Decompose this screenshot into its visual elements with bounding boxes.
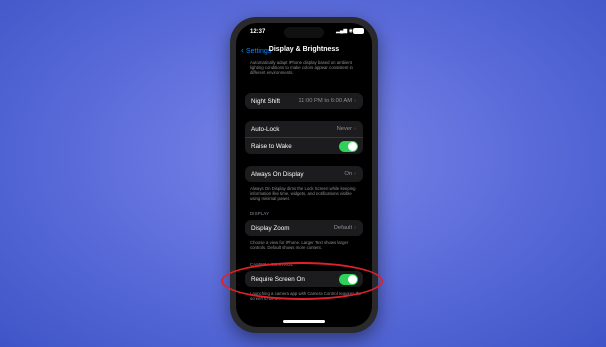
- true-tone-description: Automatically adapt iPhone display based…: [250, 60, 353, 76]
- night-shift-row[interactable]: Night Shift 11:00 PM to 6:00 AM ›: [245, 93, 363, 109]
- chevron-right-icon: ›: [354, 125, 356, 132]
- always-on-value: On: [344, 170, 353, 177]
- night-shift-label: Night Shift: [251, 97, 281, 105]
- night-shift-group: Night Shift 11:00 PM to 6:00 AM ›: [245, 93, 363, 109]
- status-time: 12:37: [250, 29, 266, 35]
- phone-screen: 12:37 ▂▄▆ ◉ ‹ Settings Display & Brightn…: [236, 23, 372, 327]
- always-on-label: Always On Display: [251, 170, 304, 178]
- always-on-display-row[interactable]: Always On Display On ›: [245, 166, 363, 182]
- display-zoom-value: Default: [333, 224, 353, 231]
- display-zoom-row[interactable]: Display Zoom Default ›: [245, 220, 363, 236]
- raise-to-wake-label: Raise to Wake: [251, 142, 292, 150]
- auto-lock-value: Never: [336, 125, 353, 132]
- require-screen-on-toggle[interactable]: [339, 274, 358, 285]
- auto-lock-row[interactable]: Auto-Lock Never ›: [245, 121, 363, 138]
- lock-group: Auto-Lock Never › Raise to Wake: [245, 121, 363, 154]
- signal-wifi-icon: ▂▄▆ ◉: [336, 28, 353, 34]
- chevron-right-icon: ›: [354, 97, 356, 104]
- raise-to-wake-row: Raise to Wake: [245, 138, 363, 154]
- phone-frame: 12:37 ▂▄▆ ◉ ‹ Settings Display & Brightn…: [230, 17, 378, 333]
- camera-control-note: Launching a camera app with Camera Contr…: [250, 291, 362, 302]
- night-shift-value: 11:00 PM to 6:00 AM: [298, 97, 353, 104]
- display-section-header: DISPLAY: [250, 211, 270, 216]
- display-group: Display Zoom Default ›: [245, 220, 363, 236]
- require-screen-on-label: Require Screen On: [251, 275, 305, 283]
- auto-lock-label: Auto-Lock: [251, 125, 280, 133]
- toggle-knob: [348, 142, 357, 151]
- toggle-knob: [348, 275, 357, 284]
- camera-control-group: Require Screen On: [245, 271, 363, 287]
- always-on-note: Always On Display dims the Lock Screen w…: [250, 186, 356, 202]
- display-zoom-note: Choose a view for iPhone. Larger Text sh…: [250, 240, 349, 251]
- dynamic-island: [284, 27, 324, 38]
- always-on-group: Always On Display On ›: [245, 166, 363, 182]
- battery-icon: [353, 28, 364, 34]
- home-indicator[interactable]: [283, 320, 325, 323]
- camera-control-header: CAMERA CONTROL: [250, 262, 294, 267]
- display-zoom-label: Display Zoom: [251, 224, 290, 232]
- raise-to-wake-toggle[interactable]: [339, 141, 358, 152]
- require-screen-on-row: Require Screen On: [245, 271, 363, 287]
- navigation-bar: ‹ Settings Display & Brightness: [236, 44, 372, 58]
- page-title: Display & Brightness: [268, 46, 340, 53]
- chevron-right-icon: ›: [354, 224, 356, 231]
- status-bar: 12:37 ▂▄▆ ◉: [236, 23, 372, 41]
- chevron-right-icon: ›: [354, 170, 356, 177]
